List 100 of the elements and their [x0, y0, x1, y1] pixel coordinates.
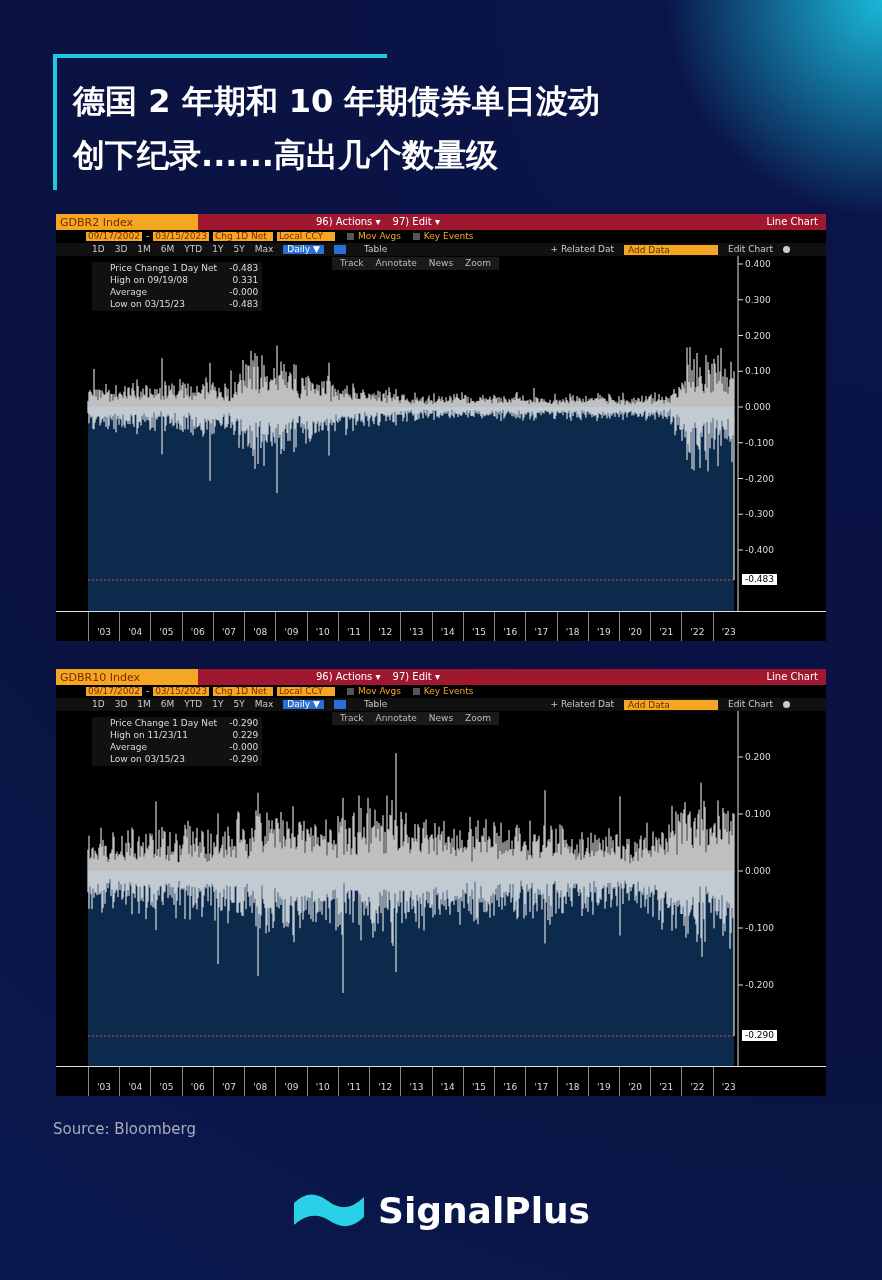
- y-axis-label: -0.100: [745, 923, 774, 933]
- legend-label: High on 09/19/08: [109, 276, 190, 285]
- legend-value: -0.000: [229, 743, 259, 752]
- headline-text: 创下纪录......高出几个数量级: [73, 135, 499, 176]
- x-axis-label: '18: [556, 612, 588, 641]
- legend-label: High on 11/23/11: [109, 731, 190, 740]
- period-tab[interactable]: 1D: [92, 700, 105, 709]
- period-tab[interactable]: Daily ▼: [283, 700, 324, 709]
- period-tab[interactable]: 5Y: [233, 700, 245, 709]
- legend-label: Low on 03/15/23: [109, 300, 187, 309]
- option-checkbox[interactable]: Mov Avgs: [347, 232, 401, 241]
- period-tab[interactable]: 3D: [114, 245, 128, 254]
- x-axis-label: '21: [650, 612, 682, 641]
- actions-menu[interactable]: 96) Actions ▾: [316, 672, 381, 682]
- option-checkbox[interactable]: Key Events: [412, 687, 474, 696]
- period-tab[interactable]: 1M: [137, 700, 151, 709]
- chart-tool-button[interactable]: Annotate: [375, 714, 417, 723]
- table-button[interactable]: Table: [363, 245, 388, 254]
- related-data-label: + Related Dat: [550, 245, 614, 254]
- period-tab[interactable]: 6M: [160, 245, 175, 254]
- headline-text: 德国 2 年期和 10 年期债券单日波动: [73, 81, 601, 122]
- x-axis-label: '03: [88, 1067, 120, 1096]
- legend-label: Price Change 1 Day Net: [109, 264, 218, 273]
- period-tab[interactable]: 6M: [160, 700, 175, 709]
- legend-label: Low on 03/15/23: [109, 755, 187, 764]
- x-axis-label: '07: [212, 1067, 245, 1096]
- period-tab[interactable]: 1Y: [212, 700, 224, 709]
- currency-dropdown[interactable]: Local CCY: [277, 232, 335, 241]
- legend-label: Average: [109, 288, 148, 297]
- x-axis-label: '07: [212, 612, 245, 641]
- actions-menu[interactable]: 96) Actions ▾: [316, 217, 381, 227]
- period-tab[interactable]: YTD: [184, 245, 203, 254]
- ticker-field[interactable]: GDBR2 Index: [56, 214, 198, 230]
- legend-value: 0.331: [231, 276, 259, 285]
- x-axis-label: '15: [462, 612, 495, 641]
- y-axis-label: 0.200: [745, 330, 771, 341]
- x-axis-label: '17: [525, 612, 557, 641]
- legend-value: -0.290: [229, 719, 259, 728]
- last-value-tag: -0.290: [742, 1030, 777, 1041]
- ticker-field[interactable]: GDBR10 Index: [56, 669, 198, 685]
- chart-tool-button[interactable]: Track: [340, 714, 364, 723]
- y-axis-label: 0.100: [745, 366, 771, 377]
- currency-dropdown[interactable]: Local CCY: [277, 687, 335, 696]
- period-tab[interactable]: 1M: [137, 245, 151, 254]
- edit-menu[interactable]: 97) Edit ▾: [392, 672, 440, 682]
- x-axis-label: '08: [244, 1067, 276, 1096]
- chart-tool-button[interactable]: News: [428, 259, 454, 268]
- legend-value: 0.229: [231, 731, 259, 740]
- period-tab[interactable]: 1Y: [212, 245, 224, 254]
- field-dropdown[interactable]: Chg 1D Net: [213, 687, 273, 696]
- x-axis-label: '23: [712, 1067, 744, 1096]
- x-axis-label: '22: [681, 612, 713, 641]
- period-tab[interactable]: YTD: [184, 700, 203, 709]
- chart-view-label: Line Chart: [766, 672, 818, 682]
- add-data-field[interactable]: Add Data: [623, 244, 718, 255]
- period-tab[interactable]: 1D: [92, 245, 105, 254]
- option-checkbox[interactable]: Mov Avgs: [347, 687, 401, 696]
- x-axis-label: '05: [150, 1067, 182, 1096]
- x-axis-label: '19: [587, 1067, 619, 1096]
- chart-tool-button[interactable]: News: [428, 714, 454, 723]
- chart-tool-button[interactable]: Track: [340, 259, 364, 268]
- chart-view-label: Line Chart: [766, 217, 818, 227]
- dash-text: -: [145, 232, 150, 241]
- chart-tool-button[interactable]: Zoom: [465, 259, 492, 268]
- x-axis-label: '06: [181, 1067, 213, 1096]
- y-axis-label: -0.200: [745, 980, 774, 990]
- x-axis-label: '16: [494, 1067, 526, 1096]
- x-axis-label: '20: [619, 1067, 651, 1096]
- x-axis-label: '04: [119, 1067, 151, 1096]
- related-data-label: + Related Dat: [550, 700, 614, 709]
- y-axis-label: 0.000: [745, 866, 771, 876]
- edit-chart-button[interactable]: Edit Chart: [727, 245, 773, 254]
- start-date-field[interactable]: 09/17/2002: [86, 687, 142, 696]
- legend-value: -0.483: [229, 264, 259, 273]
- x-axis-label: '09: [275, 612, 307, 641]
- end-date-field[interactable]: 03/15/2023: [153, 687, 209, 696]
- edit-chart-button[interactable]: Edit Chart: [727, 700, 773, 709]
- y-axis-label: -0.200: [745, 473, 774, 484]
- end-date-field[interactable]: 03/15/2023: [153, 232, 209, 241]
- x-axis-label: '17: [525, 1067, 557, 1096]
- x-axis-label: '09: [275, 1067, 307, 1096]
- period-tab[interactable]: 5Y: [233, 245, 245, 254]
- period-tab[interactable]: Max: [254, 245, 274, 254]
- start-date-field[interactable]: 09/17/2002: [86, 232, 142, 241]
- period-tab[interactable]: Max: [254, 700, 274, 709]
- chart-tool-button[interactable]: Annotate: [375, 259, 417, 268]
- table-button[interactable]: Table: [363, 700, 388, 709]
- x-axis-label: '11: [337, 612, 370, 641]
- period-tab[interactable]: Daily ▼: [283, 245, 324, 254]
- x-axis-label: '23: [712, 612, 744, 641]
- x-axis-label: '13: [400, 612, 432, 641]
- chart-tool-button[interactable]: Zoom: [465, 714, 492, 723]
- period-tab[interactable]: 3D: [114, 700, 128, 709]
- option-checkbox[interactable]: Key Events: [412, 232, 474, 241]
- add-data-field[interactable]: Add Data: [623, 699, 718, 710]
- x-axis-label: '05: [150, 612, 182, 641]
- legend-label: Price Change 1 Day Net: [109, 719, 218, 728]
- edit-menu[interactable]: 97) Edit ▾: [392, 217, 440, 227]
- field-dropdown[interactable]: Chg 1D Net: [213, 232, 273, 241]
- y-axis-label: 0.100: [745, 809, 771, 819]
